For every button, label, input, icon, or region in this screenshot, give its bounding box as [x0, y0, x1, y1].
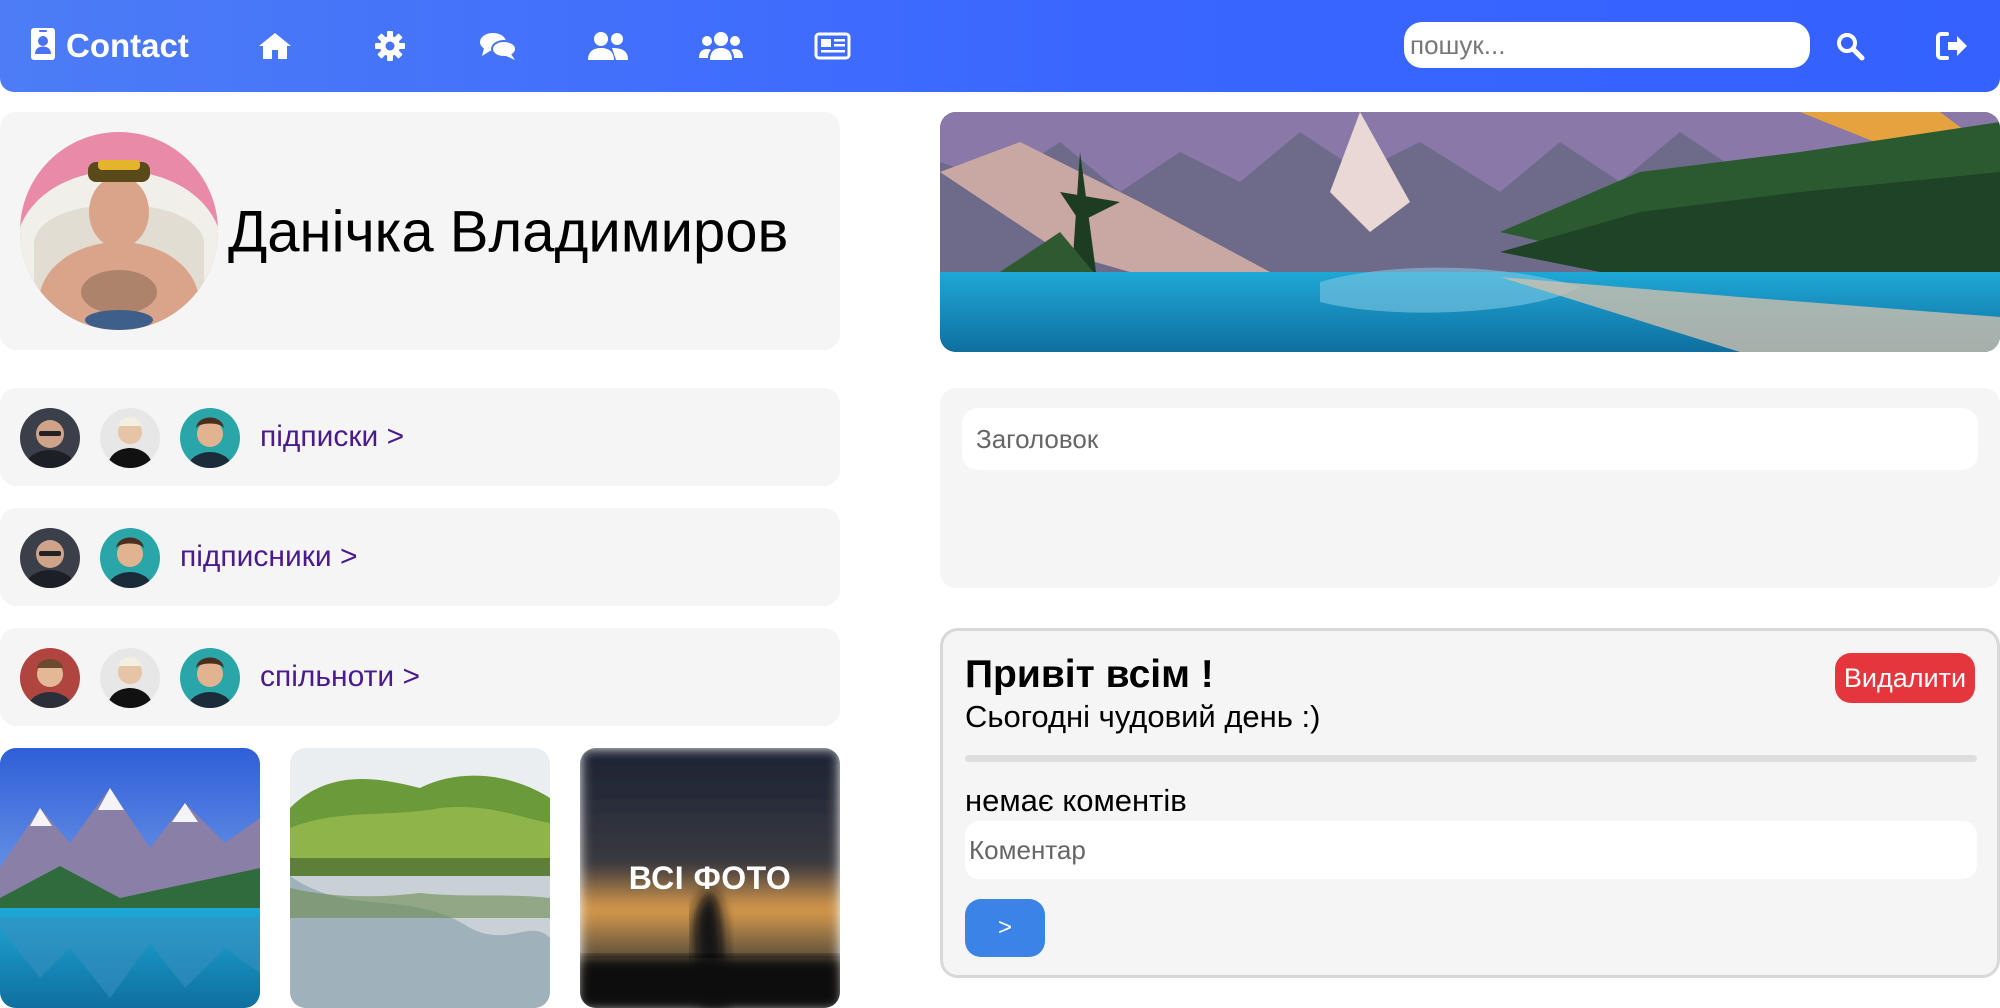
avatar[interactable] [180, 648, 240, 708]
subscriptions-link[interactable]: підписки > [260, 420, 404, 454]
avatar[interactable] [20, 408, 80, 468]
brand[interactable]: Contact [30, 24, 189, 68]
logout-icon[interactable] [1930, 24, 1974, 68]
profile-avatar[interactable] [20, 132, 218, 330]
all-photos-tile[interactable]: ВСІ ФОТО [580, 748, 840, 1008]
communities-link[interactable]: спільноти > [260, 660, 420, 694]
photo-thumbnail[interactable] [290, 748, 550, 1008]
new-post-form [940, 388, 2000, 588]
search-input[interactable] [1404, 22, 1810, 68]
home-icon[interactable] [253, 24, 297, 68]
contact-card-icon [30, 27, 56, 66]
comment-input[interactable] [965, 821, 1977, 879]
no-comments-text: немає коментів [965, 783, 1187, 818]
post-title: Привіт всім ! [965, 653, 1214, 696]
divider [965, 755, 1977, 762]
post-card: Привіт всім ! Сьогодні чудовий день :) В… [940, 628, 2000, 978]
gear-icon[interactable] [368, 24, 412, 68]
cover-image [940, 112, 2000, 352]
profile-card: Данічка Владимиров [0, 112, 840, 350]
avatar[interactable] [20, 648, 80, 708]
chat-icon[interactable] [476, 24, 520, 68]
avatar[interactable] [180, 408, 240, 468]
post-title-input[interactable] [962, 408, 1978, 470]
delete-post-button[interactable]: Видалити [1835, 653, 1975, 703]
communities-row[interactable]: спільноти > [0, 628, 840, 726]
profile-name: Данічка Владимиров [228, 199, 789, 265]
avatar[interactable] [20, 528, 80, 588]
news-icon[interactable] [810, 24, 854, 68]
search-icon[interactable] [1828, 24, 1872, 68]
groups-icon[interactable] [699, 24, 743, 68]
send-comment-button[interactable]: > [965, 899, 1045, 957]
friends-icon[interactable] [586, 24, 630, 68]
avatar[interactable] [100, 528, 160, 588]
followers-row[interactable]: підписники > [0, 508, 840, 606]
avatar[interactable] [100, 648, 160, 708]
post-body: Сьогодні чудовий день :) [965, 699, 1321, 734]
followers-link[interactable]: підписники > [180, 540, 357, 574]
photo-thumbnail[interactable] [0, 748, 260, 1008]
all-photos-label: ВСІ ФОТО [628, 859, 792, 896]
top-navbar: Contact [0, 0, 2000, 92]
brand-title: Contact [66, 27, 189, 64]
subscriptions-row[interactable]: підписки > [0, 388, 840, 486]
avatar[interactable] [100, 408, 160, 468]
